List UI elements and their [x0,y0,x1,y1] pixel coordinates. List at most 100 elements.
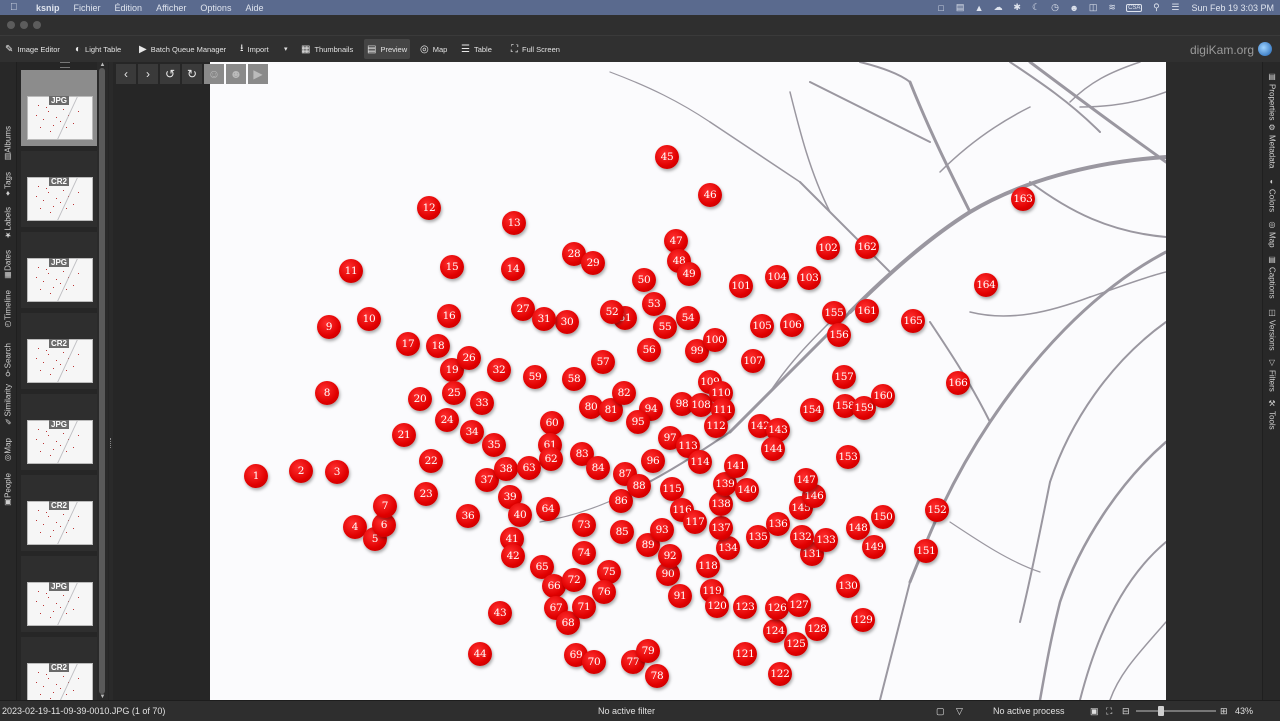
control-center-icon[interactable]: ☰ [1170,2,1180,13]
menu-edition[interactable]: Édition [115,3,143,13]
table-button[interactable]: ☰ Table [461,39,492,59]
full-screen-button[interactable]: ⛶ Full Screen [511,39,560,59]
minimize-window-button[interactable] [20,21,28,29]
import-dropdown-arrow[interactable]: ▾ [284,39,288,59]
tab-labels[interactable]: ★ Labels [1,207,15,243]
thumbnail-item[interactable]: CR2 [21,313,97,389]
thumbnails-button[interactable]: ▦ Thumbnails [301,39,353,59]
zoom-slider[interactable] [1136,706,1216,716]
tag-icon: ♦ [3,188,13,198]
window-icon[interactable]: ◫ [1088,2,1098,13]
face-tag-button[interactable]: ☺ [204,64,224,84]
tab-metadata[interactable]: ⚙ Metadata [1265,123,1279,168]
tab-filters[interactable]: ▽ Filters [1265,358,1279,392]
close-window-button[interactable] [7,21,15,29]
batch-queue-manager-button[interactable]: ▶ Batch Queue Manager [139,39,226,59]
menu-app-name[interactable]: ksnip [36,3,60,13]
format-badge: JPG [49,258,70,267]
wifi-icon[interactable]: ≋ [1107,2,1117,13]
zoom-out-icon[interactable]: ⊟ [1122,706,1130,717]
digikam-logo [1258,42,1272,56]
numbered-marker: 33 [470,391,494,415]
rotate-left-button[interactable]: ↺ [160,64,180,84]
thumbnail-scrollbar[interactable]: ▲ ▼ [97,62,108,700]
zoom-slider-knob[interactable] [1158,706,1164,716]
tab-timeline[interactable]: ◷ Timeline [1,290,15,332]
cloud-icon[interactable]: ☁ [993,2,1003,13]
trash-icon[interactable]: ▢ [936,706,945,717]
display-icon[interactable]: ▤ [955,2,965,13]
zoom-100-icon[interactable]: ⛶ [1106,706,1112,717]
brand-link[interactable]: digiKam.org [1190,43,1254,57]
numbered-marker: 29 [581,251,605,275]
light-table-button[interactable]: ◐ Light Table [75,39,121,59]
bluetooth-icon[interactable]: ✱ [1012,2,1022,13]
albums-icon: ▤ [3,152,13,162]
numbered-marker: 132 [790,525,814,549]
map-button[interactable]: ◎ Map [420,39,447,59]
tab-people[interactable]: ▣ People [1,473,15,510]
image-editor-button[interactable]: ✎ Image Editor [5,39,60,59]
magnifier-icon: ⚲ [3,368,13,378]
thumbnail-item[interactable]: JPG [21,556,97,632]
thumbnail-item[interactable]: JPG [21,232,97,308]
tab-albums[interactable]: ▤ Albums [1,126,15,165]
tab-colors[interactable]: ◐ Colors [1265,177,1279,212]
thumbnail-item[interactable]: JPG [21,394,97,470]
clock[interactable]: Sun Feb 19 3:03 PM [1191,3,1274,13]
tab-tools[interactable]: ⚒ Tools [1265,399,1279,430]
thumbnail-item[interactable]: CR2 [21,151,97,227]
rotate-right-button[interactable]: ↻ [182,64,202,84]
menu-afficher[interactable]: Afficher [156,3,186,13]
tab-search[interactable]: ⚲ Search [1,343,15,380]
numbered-marker: 78 [645,664,669,688]
user-icon[interactable]: ☻ [1069,3,1079,13]
face-detect-button[interactable]: ☻ [226,64,246,84]
scrollbar-thumb[interactable] [99,68,105,694]
thumbnail-item[interactable]: CR2 [21,637,97,700]
numbered-marker: 150 [871,505,895,529]
screenshot-icon[interactable]: □ [936,3,946,13]
numbered-marker: 45 [655,145,679,169]
tab-tags[interactable]: ♦ Tags [1,172,15,201]
tab-properties[interactable]: ▤ Properties [1265,72,1279,120]
megaphone-icon[interactable]: ▲ [974,3,984,13]
previous-image-button[interactable]: ‹ [116,64,136,84]
tab-similarity[interactable]: ✎ Similarity [1,384,15,428]
tab-map[interactable]: ◎ Map [1,438,15,466]
zoom-fit-icon[interactable]: ▣ [1090,706,1099,717]
clock-icon: ◷ [3,319,13,329]
next-image-button[interactable]: › [138,64,158,84]
zoom-in-icon[interactable]: ⊞ [1220,706,1228,717]
apple-menu-icon[interactable]:  [10,2,24,13]
import-button[interactable]: ⭳ Import [240,39,269,59]
main-toolbar: ✎ Image Editor ◐ Light Table ▶ Batch Queue … [0,35,1280,63]
numbered-marker: 25 [442,381,466,405]
numbered-marker: 57 [591,350,615,374]
globe-icon: ◎ [420,43,429,55]
zoom-window-button[interactable] [33,21,41,29]
numbered-marker: 53 [642,292,666,316]
search-icon[interactable]: ⚲ [1151,2,1161,13]
input-source[interactable]: CSA [1126,3,1143,12]
preview-button[interactable]: ▤ Preview [364,39,411,59]
menu-aide[interactable]: Aide [245,3,263,13]
tab-versions[interactable]: ◫ Versions [1265,308,1279,351]
menu-options[interactable]: Options [200,3,231,13]
menu-fichier[interactable]: Fichier [74,3,101,13]
import-icon: ⭳ [240,42,244,54]
preview-image[interactable]: 1 2 3 4 5 6 7 8 9 10 11 12 13 14 15 16 17 18 19 20 21 22 23 24 2… [210,62,1166,700]
thumbnail-item[interactable]: JPG [21,70,97,146]
tab-captions[interactable]: ▤ Captions [1265,255,1279,299]
moon-icon[interactable]: ☾ [1031,2,1041,13]
strip-resize-grip[interactable] [60,62,70,68]
numbered-marker: 118 [696,554,720,578]
thumbnail-item[interactable]: CR2 [21,475,97,551]
timer-icon[interactable]: ◷ [1050,2,1060,13]
tab-map-right[interactable]: ◎ Map [1265,220,1279,248]
tab-dates[interactable]: ▦ Dates [1,250,15,283]
filter-icon[interactable]: ▽ [956,706,963,717]
numbered-marker: 114 [688,450,712,474]
numbered-marker: 82 [612,381,636,405]
slideshow-button[interactable]: ▶ [248,64,268,84]
